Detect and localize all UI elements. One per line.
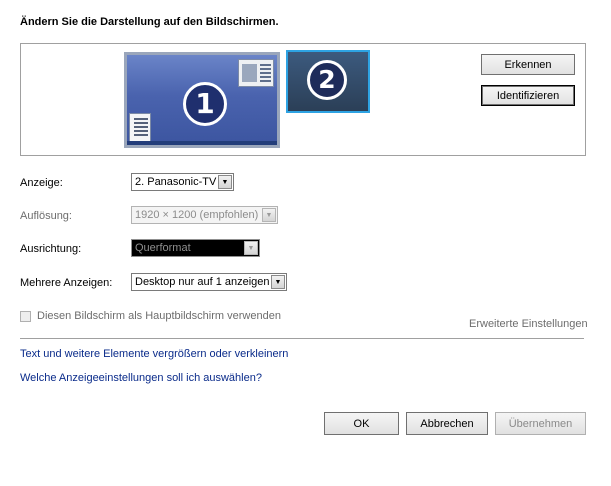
identify-button[interactable]: Identifizieren (481, 85, 575, 106)
chevron-down-icon[interactable]: ▼ (271, 275, 285, 289)
orientation-select[interactable]: Querformat ▼ (131, 239, 260, 257)
display-select-value: 2. Panasonic-TV (135, 176, 217, 188)
monitor-1-number: 1 (183, 82, 227, 126)
taskbar-thumbnail (127, 141, 277, 145)
primary-display-checkbox[interactable] (20, 311, 31, 322)
display-label: Anzeige: (20, 177, 63, 189)
ok-button[interactable]: OK (324, 412, 399, 435)
chevron-down-icon: ▼ (262, 208, 276, 222)
divider (20, 338, 584, 339)
window-thumbnail-icon (238, 59, 274, 87)
multiple-displays-select-value: Desktop nur auf 1 anzeigen (135, 276, 270, 288)
start-menu-thumbnail-icon (129, 113, 151, 143)
resolution-label: Auflösung: (20, 210, 72, 222)
resolution-select[interactable]: 1920 × 1200 (empfohlen) ▼ (131, 206, 278, 224)
multiple-displays-select[interactable]: Desktop nur auf 1 anzeigen ▼ (131, 273, 287, 291)
monitor-preview-area: 1 2 Erkennen Identifizieren (20, 43, 586, 156)
page-heading: Ändern Sie die Darstellung auf den Bilds… (20, 16, 279, 28)
chevron-down-icon: ▼ (244, 241, 258, 255)
cancel-button[interactable]: Abbrechen (406, 412, 488, 435)
apply-button[interactable]: Übernehmen (495, 412, 586, 435)
advanced-settings-link[interactable]: Erweiterte Einstellungen (469, 318, 588, 330)
display-select[interactable]: 2. Panasonic-TV ▼ (131, 173, 234, 191)
orientation-select-value: Querformat (135, 242, 191, 254)
monitor-2-number: 2 (307, 60, 347, 100)
monitor-2[interactable]: 2 (286, 50, 370, 113)
which-settings-link[interactable]: Welche Anzeigeeinstellungen soll ich aus… (20, 372, 262, 384)
multiple-displays-label: Mehrere Anzeigen: (20, 277, 113, 289)
monitor-1[interactable]: 1 (124, 52, 280, 148)
primary-display-label: Diesen Bildschirm als Hauptbildschirm ve… (37, 310, 281, 322)
detect-button[interactable]: Erkennen (481, 54, 575, 75)
resolution-select-value: 1920 × 1200 (empfohlen) (135, 209, 259, 221)
chevron-down-icon[interactable]: ▼ (218, 175, 232, 189)
orientation-label: Ausrichtung: (20, 243, 82, 255)
text-size-link[interactable]: Text und weitere Elemente vergrößern ode… (20, 348, 288, 360)
